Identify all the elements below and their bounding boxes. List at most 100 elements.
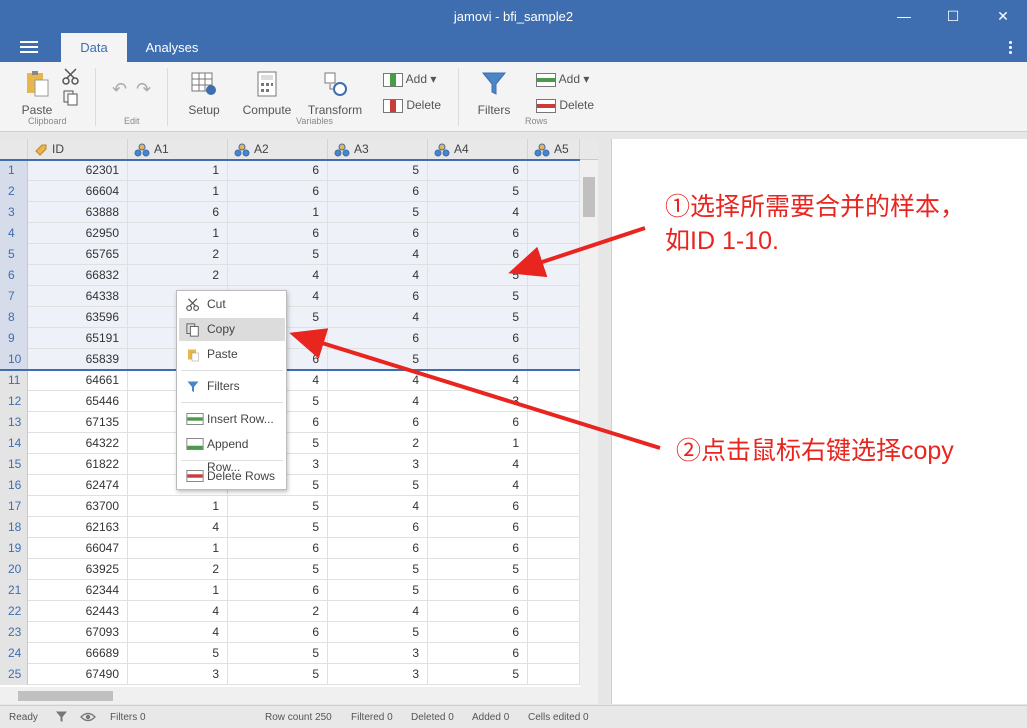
row-number[interactable]: 7 (0, 286, 28, 307)
table-cell[interactable] (528, 244, 580, 265)
table-cell[interactable]: 6 (328, 223, 428, 244)
table-cell[interactable]: 65446 (28, 391, 128, 412)
table-row[interactable]: 5 65765 2 5 4 6 (0, 244, 580, 265)
table-cell[interactable]: 6 (228, 580, 328, 601)
table-cell[interactable]: 6 (328, 412, 428, 433)
table-cell[interactable]: 63925 (28, 559, 128, 580)
copy-icon[interactable] (63, 90, 79, 106)
row-number[interactable]: 18 (0, 517, 28, 538)
eye-icon[interactable] (80, 711, 96, 723)
table-cell[interactable] (528, 643, 580, 664)
table-row[interactable]: 19 66047 1 6 6 6 (0, 538, 580, 559)
column-header-a5[interactable]: A5 (528, 139, 580, 160)
table-row[interactable]: 13 67135 6 6 6 (0, 412, 580, 433)
table-cell[interactable]: 67490 (28, 664, 128, 685)
row-number[interactable]: 3 (0, 202, 28, 223)
vertical-scrollbar[interactable] (580, 160, 598, 687)
table-cell[interactable]: 5 (228, 244, 328, 265)
table-cell[interactable]: 6 (428, 643, 528, 664)
table-cell[interactable] (528, 370, 580, 391)
table-cell[interactable]: 1 (128, 496, 228, 517)
cut-icon[interactable] (62, 68, 80, 86)
table-cell[interactable]: 4 (328, 370, 428, 391)
table-cell[interactable] (528, 622, 580, 643)
row-number[interactable]: 19 (0, 538, 28, 559)
table-cell[interactable]: 5 (228, 559, 328, 580)
table-cell[interactable]: 62443 (28, 601, 128, 622)
table-cell[interactable]: 5 (328, 559, 428, 580)
row-number[interactable]: 4 (0, 223, 28, 244)
table-cell[interactable]: 4 (128, 601, 228, 622)
table-cell[interactable] (528, 496, 580, 517)
redo-icon[interactable]: ↷ (136, 80, 151, 98)
table-cell[interactable]: 66689 (28, 643, 128, 664)
table-cell[interactable]: 3 (328, 664, 428, 685)
menu-item-cut[interactable]: Cut (179, 293, 285, 316)
table-cell[interactable]: 63700 (28, 496, 128, 517)
table-cell[interactable]: 67135 (28, 412, 128, 433)
table-cell[interactable] (528, 307, 580, 328)
row-number[interactable]: 17 (0, 496, 28, 517)
table-cell[interactable] (528, 580, 580, 601)
row-number[interactable]: 5 (0, 244, 28, 265)
delete-variable-button[interactable]: Delete (383, 96, 441, 114)
table-cell[interactable]: 4 (428, 475, 528, 496)
table-cell[interactable]: 64661 (28, 370, 128, 391)
row-number[interactable]: 9 (0, 328, 28, 349)
tab-data[interactable]: Data (61, 33, 127, 62)
table-cell[interactable]: 62474 (28, 475, 128, 496)
table-cell[interactable]: 67093 (28, 622, 128, 643)
table-cell[interactable]: 2 (328, 433, 428, 454)
table-row[interactable]: 20 63925 2 5 5 5 (0, 559, 580, 580)
table-cell[interactable]: 1 (128, 580, 228, 601)
table-cell[interactable] (528, 160, 580, 181)
table-cell[interactable]: 65839 (28, 349, 128, 370)
table-cell[interactable] (528, 223, 580, 244)
table-cell[interactable]: 66604 (28, 181, 128, 202)
filter-icon[interactable] (55, 710, 68, 724)
table-cell[interactable]: 2 (128, 244, 228, 265)
table-cell[interactable] (528, 349, 580, 370)
vertical-scroll-thumb[interactable] (583, 177, 595, 217)
table-cell[interactable]: 5 (428, 664, 528, 685)
table-cell[interactable]: 6 (428, 601, 528, 622)
row-number[interactable]: 13 (0, 412, 28, 433)
tab-analyses[interactable]: Analyses (133, 33, 211, 62)
table-cell[interactable]: 6 (228, 223, 328, 244)
paste-button[interactable]: Paste (18, 70, 56, 117)
table-cell[interactable]: 5 (228, 517, 328, 538)
table-cell[interactable]: 4 (328, 496, 428, 517)
menu-item-copy[interactable]: Copy (179, 318, 285, 341)
close-icon[interactable]: ✕ (992, 6, 1014, 26)
row-number[interactable]: 21 (0, 580, 28, 601)
add-variable-button[interactable]: Add ▾ (383, 70, 436, 88)
table-row[interactable]: 16 62474 5 5 4 (0, 475, 580, 496)
table-cell[interactable]: 4 (328, 307, 428, 328)
table-cell[interactable]: 1 (128, 160, 228, 181)
table-cell[interactable]: 1 (428, 433, 528, 454)
table-row[interactable]: 17 63700 1 5 4 6 (0, 496, 580, 517)
table-row[interactable]: 12 65446 5 4 3 (0, 391, 580, 412)
table-cell[interactable]: 66832 (28, 265, 128, 286)
table-cell[interactable]: 6 (428, 223, 528, 244)
undo-icon[interactable]: ↶ (112, 80, 127, 98)
menu-item-insert-row[interactable]: Insert Row... (179, 408, 285, 431)
table-cell[interactable]: 61822 (28, 454, 128, 475)
table-cell[interactable]: 6 (328, 286, 428, 307)
table-cell[interactable]: 6 (428, 622, 528, 643)
table-cell[interactable]: 1 (128, 538, 228, 559)
table-cell[interactable]: 4 (428, 202, 528, 223)
table-row[interactable]: 15 61822 3 3 4 (0, 454, 580, 475)
table-cell[interactable]: 1 (128, 223, 228, 244)
table-cell[interactable] (528, 181, 580, 202)
column-header-a3[interactable]: A3 (328, 139, 428, 160)
setup-button[interactable]: Setup (183, 70, 225, 117)
table-cell[interactable]: 6 (428, 412, 528, 433)
table-row[interactable]: 4 62950 1 6 6 6 (0, 223, 580, 244)
table-cell[interactable] (528, 412, 580, 433)
table-cell[interactable] (528, 286, 580, 307)
table-cell[interactable] (528, 202, 580, 223)
menu-item-filters[interactable]: Filters (179, 375, 285, 398)
data-grid[interactable]: ID A1 A2 A3 A4 A5 1 62301 1 6 5 6 2 66604 1 6 6 5 3 63888 6… (0, 139, 598, 687)
table-cell[interactable] (528, 601, 580, 622)
